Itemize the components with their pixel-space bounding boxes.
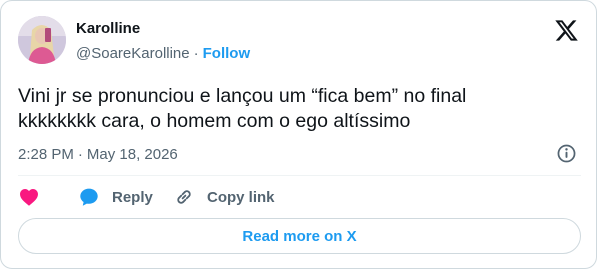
- author-handle-row: @SoareKarolline · Follow: [76, 45, 250, 63]
- copy-link-button[interactable]: Copy link: [173, 185, 275, 209]
- like-button[interactable]: [18, 185, 52, 209]
- tweet-date: May 18, 2026: [86, 146, 178, 163]
- separator-dot: ·: [77, 146, 83, 163]
- copy-link-label: Copy link: [207, 188, 275, 206]
- read-more-label: Read more on X: [242, 227, 357, 245]
- follow-link[interactable]: Follow: [203, 45, 251, 62]
- speech-bubble-icon: [80, 188, 98, 206]
- separator-dot: ·: [193, 45, 199, 62]
- reply-label: Reply: [112, 188, 153, 206]
- x-logo-icon[interactable]: [554, 18, 579, 43]
- divider: [18, 175, 581, 176]
- author-name[interactable]: Karolline: [76, 20, 140, 38]
- tweet-time: 2:28 PM: [18, 146, 74, 163]
- read-more-button[interactable]: Read more on X: [18, 218, 581, 254]
- tweet-embed-card: Karolline @SoareKarolline · Follow Vini jr…: [0, 0, 597, 269]
- tweet-text: Vini jr se pronunciou e lançou um “fica …: [18, 84, 578, 134]
- tweet-text-line: Vini jr se pronunciou e lançou um “fica …: [18, 85, 467, 107]
- author-handle[interactable]: @SoareKarolline: [76, 45, 190, 62]
- link-icon: [177, 190, 191, 204]
- heart-icon: [20, 189, 38, 206]
- avatar[interactable]: [18, 16, 66, 64]
- tweet-timestamp[interactable]: 2:28 PM · May 18, 2026: [18, 146, 178, 164]
- info-icon[interactable]: [556, 143, 577, 164]
- profile-photo: [18, 16, 66, 64]
- tweet-text-line: kkkkkkkk cara, o homem com o ego altíssi…: [18, 110, 411, 132]
- reply-button[interactable]: Reply: [78, 185, 153, 209]
